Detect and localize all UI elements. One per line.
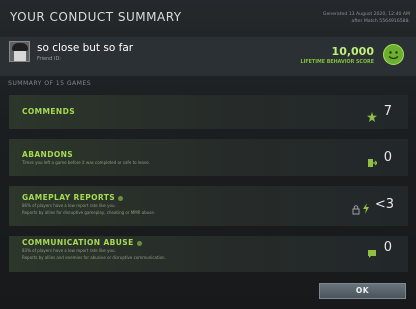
username: so close but so far xyxy=(37,42,134,54)
info-icon[interactable] xyxy=(118,195,124,201)
behavior-score-label: LIFETIME BEHAVIOR SCORE xyxy=(300,60,374,65)
ok-button[interactable]: OK xyxy=(319,283,406,299)
after-match: after Match 5564916588. xyxy=(351,18,411,24)
chat-icon xyxy=(367,244,377,263)
communication-abuse-desc-1: 83% of players have a low report rate li… xyxy=(22,248,116,253)
commends-value: 7 xyxy=(383,104,392,119)
generated-meta: Generated 13 August 2020, 12:40 AM after… xyxy=(323,12,410,25)
generated-date: Generated 13 August 2020, 12:40 AM xyxy=(322,12,410,17)
conduct-summary-window: YOUR CONDUCT SUMMARY Generated 13 August… xyxy=(0,0,416,309)
abandons-value: 0 xyxy=(383,150,392,165)
gameplay-reports-value: <3 xyxy=(374,197,394,212)
commends-title: COMMENDS xyxy=(22,107,76,116)
gameplay-reports-desc-1: 86% of players have a low report rate li… xyxy=(22,203,116,208)
avatar[interactable] xyxy=(9,41,30,62)
window-title: YOUR CONDUCT SUMMARY xyxy=(10,10,182,24)
gameplay-reports-card: GAMEPLAY REPORTS 86% of players have a l… xyxy=(9,186,408,226)
communication-abuse-card: COMMUNICATION ABUSE 83% of players have … xyxy=(9,236,408,272)
abandon-icon xyxy=(367,153,378,172)
info-icon[interactable] xyxy=(136,240,142,246)
gameplay-reports-desc-2: Reports by allies for disruptive gamepla… xyxy=(22,210,156,215)
report-icon xyxy=(362,199,370,218)
commends-card: COMMENDS 7 xyxy=(9,95,408,129)
communication-abuse-value: 0 xyxy=(383,240,392,255)
gameplay-reports-label: GAMEPLAY REPORTS xyxy=(22,193,116,202)
behavior-score: 10,000 xyxy=(331,45,374,58)
smiley-icon xyxy=(383,44,404,65)
friend-id: Friend ID: xyxy=(37,56,61,62)
abandons-desc: Times you left a game before it was comp… xyxy=(22,160,150,165)
communication-abuse-title: COMMUNICATION ABUSE xyxy=(22,238,142,247)
lock-icon xyxy=(352,200,360,219)
user-bar: so close but so far Friend ID: 10,000 LI… xyxy=(0,37,416,76)
abandons-title: ABANDONS xyxy=(22,150,74,159)
commend-icon xyxy=(367,107,377,126)
summary-heading: SUMMARY OF 15 GAMES xyxy=(8,80,92,87)
abandons-card: ABANDONS Times you left a game before it… xyxy=(9,139,408,176)
communication-abuse-label: COMMUNICATION ABUSE xyxy=(22,238,134,247)
gameplay-reports-title: GAMEPLAY REPORTS xyxy=(22,193,124,202)
communication-abuse-desc-2: Reports by allies and enemies for abusiv… xyxy=(22,255,166,260)
